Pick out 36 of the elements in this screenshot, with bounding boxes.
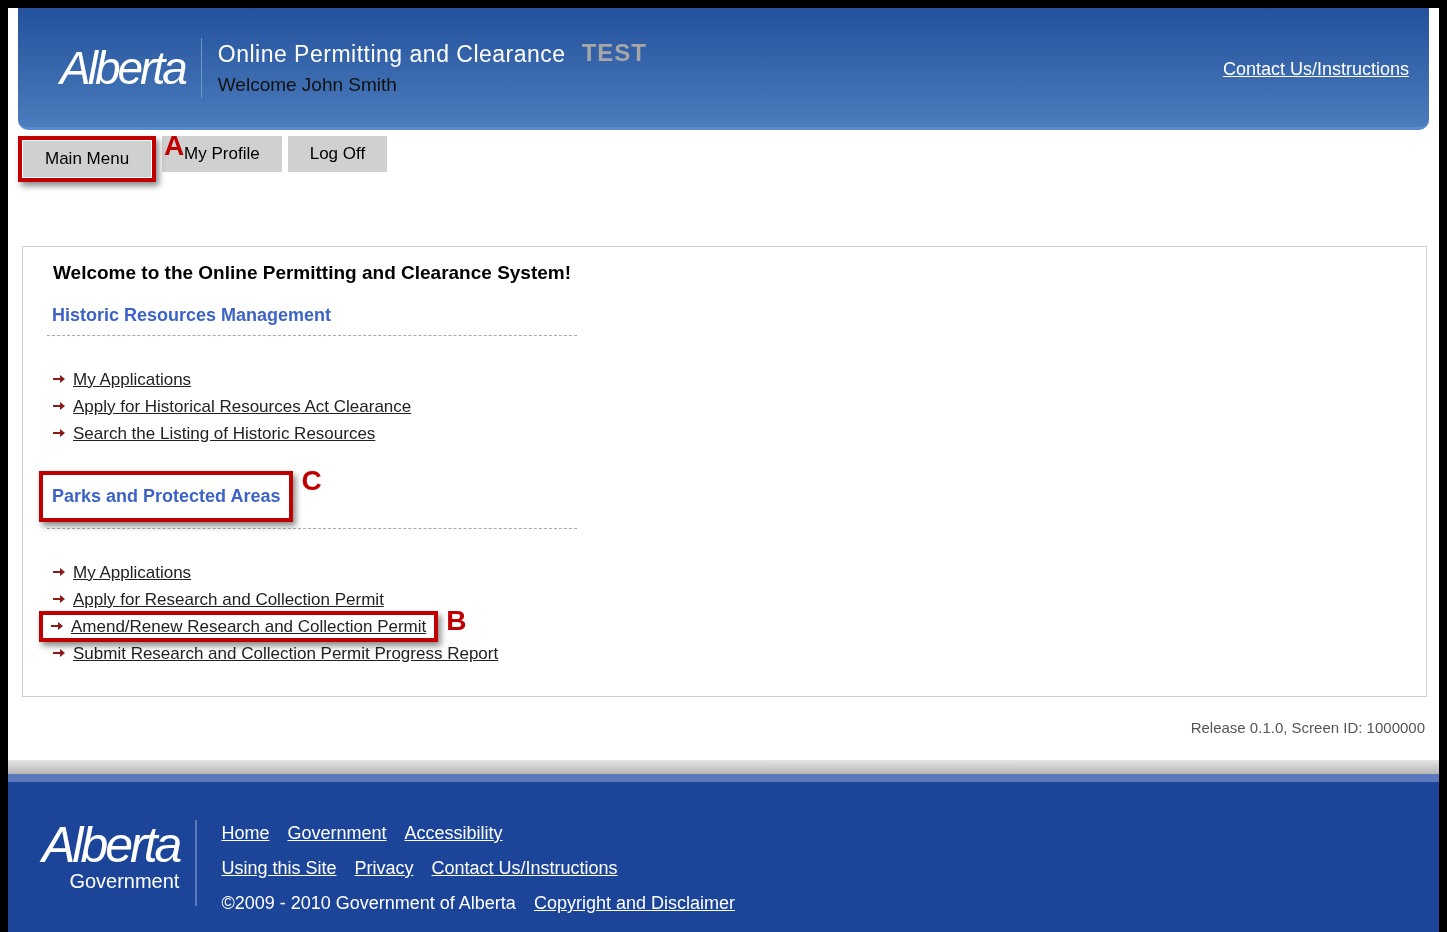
menu-link[interactable]: My Applications xyxy=(73,367,192,391)
footer-link[interactable]: Home xyxy=(221,820,270,847)
arrow-icon xyxy=(53,428,65,438)
contact-link[interactable]: Contact Us/Instructions xyxy=(1222,56,1409,83)
arrow-icon xyxy=(53,594,65,604)
arrow-icon xyxy=(53,401,65,411)
arrow-icon xyxy=(53,648,65,658)
app-title: Online Permitting and Clearance xyxy=(217,39,566,69)
alberta-logo: Alberta xyxy=(60,37,202,98)
logo-subtitle: Government xyxy=(69,870,180,892)
nav-button[interactable]: Log Off xyxy=(287,136,388,172)
footer-link[interactable]: Using this Site xyxy=(221,855,337,882)
annotation-letter: B xyxy=(446,606,467,635)
menu-link[interactable]: Apply for Research and Collection Permit xyxy=(73,587,384,611)
footer-link[interactable]: Privacy xyxy=(354,855,414,882)
welcome-heading: Welcome to the Online Permitting and Clearance System! xyxy=(53,261,573,285)
section-heading: Historic Resources Management xyxy=(52,303,333,327)
environment-label: TEST xyxy=(581,38,647,69)
release-info: Release 0.1.0, Screen ID: 1000000 xyxy=(1190,718,1425,738)
menu-link[interactable]: Submit Research and Collection Permit Progress Report xyxy=(73,641,499,665)
arrow-icon xyxy=(53,567,65,577)
copyright-text: ©2009 - 2010 Government of Alberta xyxy=(221,892,516,915)
annotation-letter: C xyxy=(301,466,322,495)
footer-link[interactable]: Copyright and Disclaimer xyxy=(533,890,735,917)
menu-link[interactable]: My Applications xyxy=(73,560,192,584)
menu-link[interactable]: Search the Listing of Historic Resources xyxy=(73,421,376,445)
menu-link[interactable]: Apply for Historical Resources Act Clearance xyxy=(73,394,412,418)
footer-link[interactable]: Government xyxy=(287,820,387,847)
welcome-text: Welcome John Smith xyxy=(217,73,398,98)
arrow-icon xyxy=(53,374,65,384)
menu-link[interactable]: Amend/Renew Research and Collection Permit xyxy=(71,614,427,638)
footer-link[interactable]: Accessibility xyxy=(404,820,503,847)
footer-link[interactable]: Contact Us/Instructions xyxy=(431,855,618,882)
nav-button[interactable]: Main Menu xyxy=(23,141,152,177)
section-heading: Parks and Protected Areas xyxy=(52,484,281,508)
arrow-icon xyxy=(51,621,63,631)
